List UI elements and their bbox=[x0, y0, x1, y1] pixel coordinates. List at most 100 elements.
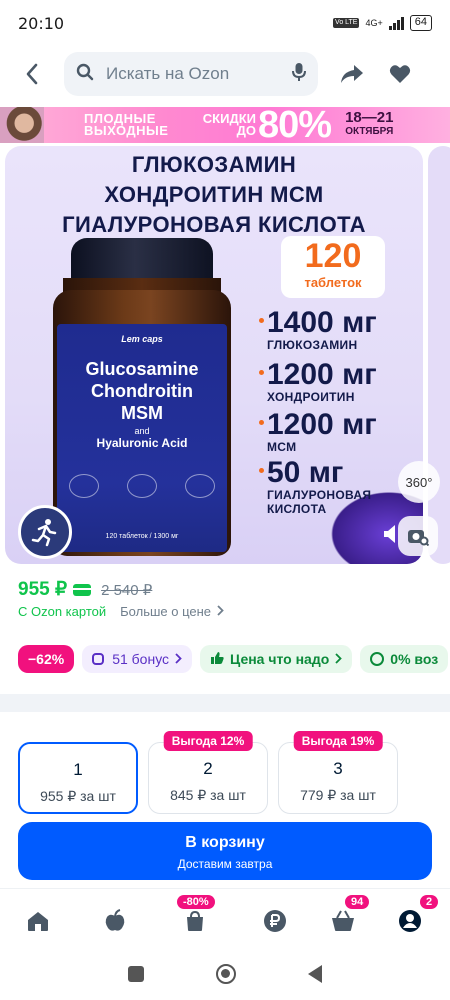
network-indicator: 4G+ bbox=[365, 18, 383, 28]
dose-item: 1200 мг ХОНДРОИТИН bbox=[259, 358, 377, 404]
quantity-option-1[interactable]: 1 955 ₽ за шт bbox=[18, 742, 138, 814]
bottom-navigation: -80% 94 2 bbox=[0, 888, 450, 948]
thumbs-up-icon bbox=[210, 651, 224, 668]
shopping-bag-icon bbox=[184, 910, 206, 937]
fair-price-label: Цена что надо bbox=[230, 651, 330, 667]
dose-value: 1400 мг bbox=[267, 306, 377, 339]
jar-footer: 120 таблеток / 1300 мг bbox=[105, 533, 179, 540]
jar-lid bbox=[71, 238, 213, 282]
tablet-count: 120 bbox=[304, 237, 362, 275]
jar-label-and: and bbox=[134, 426, 150, 436]
share-icon[interactable] bbox=[338, 60, 366, 88]
quantity-count: 3 bbox=[333, 759, 343, 778]
promo-title: ПЛОДНЫЕ ВЫХОДНЫЕ bbox=[84, 112, 184, 138]
search-icon bbox=[76, 63, 94, 86]
view-360-label: 360° bbox=[405, 474, 433, 490]
jar-label: Lem caps Glucosamine Chondroitin MSM and… bbox=[57, 324, 227, 552]
price-details: С Ozon картой Больше о цене bbox=[18, 604, 224, 619]
bonus-label: 51 бонус bbox=[112, 651, 170, 667]
search-input[interactable]: Искать на Ozon bbox=[64, 52, 318, 96]
nav-home[interactable] bbox=[18, 903, 58, 943]
profile-icon bbox=[398, 909, 422, 938]
search-header: Искать на Ozon bbox=[0, 50, 450, 98]
nav-profile[interactable]: 2 bbox=[390, 895, 439, 943]
dose-value: 1200 мг bbox=[267, 408, 377, 441]
view-360-button[interactable]: 360° bbox=[398, 461, 440, 503]
dose-item: 50 мг ГИАЛУРОНОВАЯ КИСЛОТА bbox=[259, 458, 371, 516]
more-price-link[interactable]: Больше о цене bbox=[120, 604, 211, 619]
dose-name: ХОНДРОИТИН bbox=[267, 390, 355, 404]
card-icon bbox=[73, 583, 92, 596]
home-icon bbox=[26, 910, 50, 937]
tablet-count-badge: 120 таблеток bbox=[281, 236, 385, 298]
promo-line1b: ВЫХОДНЫЕ bbox=[84, 123, 169, 138]
volte-indicator: Vo LTE bbox=[333, 18, 360, 28]
fair-price-chip[interactable]: Цена что надо bbox=[200, 645, 353, 673]
promo-percent: 80% bbox=[258, 107, 332, 143]
system-navigation-bar bbox=[0, 948, 450, 1000]
jar-brand: Lem caps bbox=[121, 334, 163, 344]
title-line-2: ХОНДРОИТИН МСМ bbox=[104, 182, 324, 207]
nav-finance[interactable] bbox=[255, 903, 295, 943]
cashback-chip[interactable]: 0% воз bbox=[360, 645, 449, 673]
dose-name-extra: КИСЛОТА bbox=[267, 502, 327, 516]
home-circle-icon[interactable] bbox=[216, 964, 236, 984]
dose-item: 1200 мг МСМ bbox=[259, 408, 377, 454]
quantity-count: 1 bbox=[73, 760, 83, 779]
dose-item: 1400 мг ГЛЮКОЗАМИН bbox=[259, 306, 377, 352]
ozon-card-label[interactable]: С Ozon картой bbox=[18, 604, 106, 619]
tablet-count-label: таблеток bbox=[304, 275, 362, 290]
promo-date-range: 18—21 bbox=[345, 109, 394, 126]
chevron-right-icon bbox=[335, 651, 343, 667]
dose-value: 1200 мг bbox=[267, 358, 377, 391]
promo-model-image bbox=[0, 107, 44, 143]
quantity-option-3[interactable]: Выгода 19% 3 779 ₽ за шт bbox=[278, 731, 398, 814]
chevron-right-icon bbox=[175, 651, 182, 667]
savings-badge: Выгода 12% bbox=[163, 731, 253, 751]
product-image-gallery[interactable]: ГЛЮКОЗАМИН ХОНДРОИТИН МСМ ГИАЛУРОНОВАЯ К… bbox=[5, 146, 423, 564]
promo-banner[interactable]: ПЛОДНЫЕ ВЫХОДНЫЕ СКИДКИ ДО 80% 18—21 ОКТ… bbox=[0, 107, 450, 143]
nav-fresh[interactable] bbox=[95, 903, 135, 943]
nav-cart[interactable]: 94 bbox=[323, 895, 370, 943]
recent-apps-icon[interactable] bbox=[128, 966, 144, 982]
search-placeholder: Искать на Ozon bbox=[106, 64, 230, 83]
cashback-icon bbox=[370, 652, 385, 666]
jar-body: Lem caps Glucosamine Chondroitin MSM and… bbox=[53, 290, 231, 556]
dose-name: ГЛЮКОЗАМИН bbox=[267, 338, 358, 352]
cart-basket-icon bbox=[331, 910, 355, 937]
cart-count-badge: 94 bbox=[345, 895, 370, 909]
section-divider bbox=[0, 694, 450, 712]
promo-month: ОКТЯБРЯ bbox=[345, 126, 394, 137]
quantity-price: 779 ₽ за шт bbox=[300, 787, 376, 803]
jar-label-line2: Chondroitin bbox=[91, 381, 193, 401]
nav-promo[interactable]: -80% bbox=[175, 895, 215, 943]
next-image-preview[interactable] bbox=[428, 146, 450, 564]
profile-badge: 2 bbox=[420, 895, 439, 909]
jar-label-line4: Hyaluronic Acid bbox=[96, 436, 188, 450]
savings-badge: Выгода 19% bbox=[293, 731, 383, 751]
ruble-icon bbox=[263, 909, 287, 938]
delivery-label: Доставим завтра bbox=[177, 857, 273, 871]
microphone-icon[interactable] bbox=[292, 62, 306, 87]
photo-search-icon[interactable] bbox=[398, 516, 438, 556]
promo-line2b: ДО bbox=[236, 123, 256, 138]
back-triangle-icon[interactable] bbox=[308, 965, 322, 983]
jar-benefit-icons bbox=[69, 474, 215, 498]
bonus-chip[interactable]: 51 бонус bbox=[82, 645, 193, 673]
add-to-cart-button[interactable]: В корзину Доставим завтра bbox=[18, 822, 432, 880]
quantity-option-2[interactable]: Выгода 12% 2 845 ₽ за шт bbox=[148, 731, 268, 814]
promo-subtitle: СКИДКИ ДО bbox=[192, 112, 256, 138]
discount-chip[interactable]: −62% bbox=[18, 645, 75, 673]
chevron-right-icon bbox=[217, 604, 224, 619]
quantity-price: 845 ₽ за шт bbox=[170, 787, 246, 803]
favorite-heart-icon[interactable] bbox=[386, 60, 414, 88]
dose-name: МСМ bbox=[267, 440, 297, 454]
quantity-options: 1 955 ₽ за шт Выгода 12% 2 845 ₽ за шт В… bbox=[18, 731, 450, 814]
back-button[interactable] bbox=[18, 60, 46, 88]
title-line-3: ГИАЛУРОНОВАЯ КИСЛОТА bbox=[62, 212, 366, 237]
apple-icon bbox=[104, 908, 126, 938]
price-row: 955 ₽ 2 540 ₽ bbox=[18, 578, 152, 601]
discount-label: −62% bbox=[28, 651, 65, 667]
benefit-chips: −62% 51 бонус Цена что надо 0% воз bbox=[18, 645, 450, 673]
status-indicators: Vo LTE 4G+ 64 bbox=[333, 15, 432, 31]
